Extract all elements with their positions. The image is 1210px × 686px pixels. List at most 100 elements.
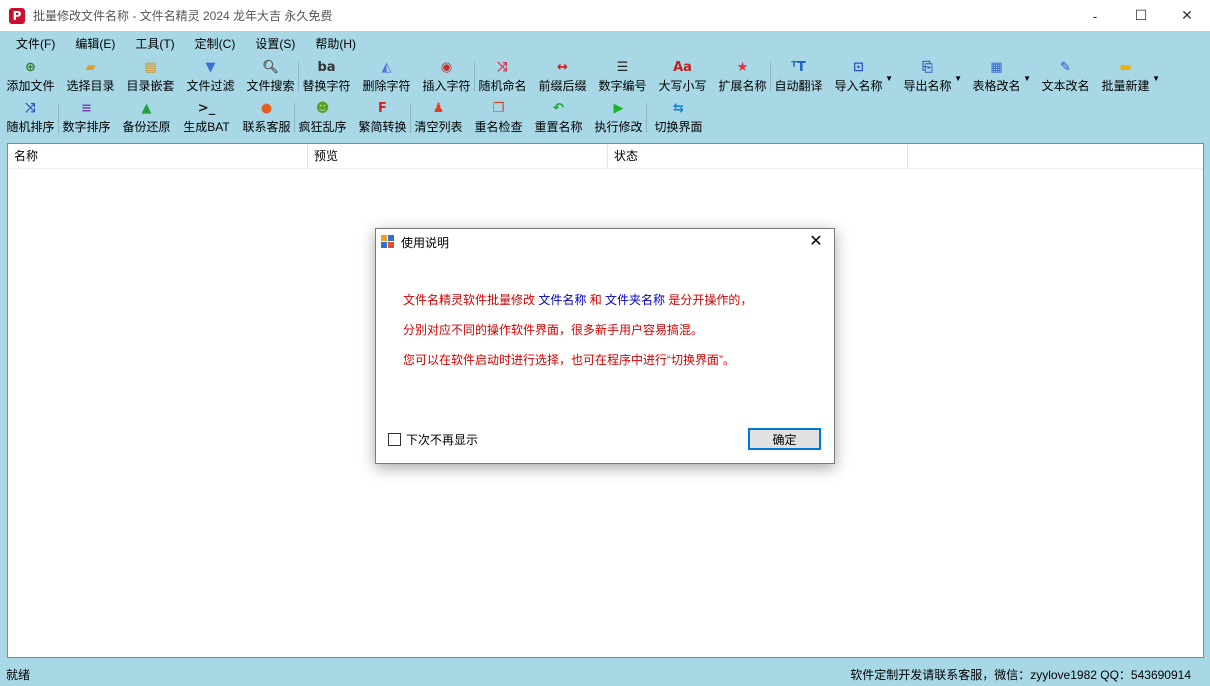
replace-text-label: 替换字符 <box>302 79 351 93</box>
filter-button[interactable]: ▼ 文件过滤 <box>186 58 235 98</box>
column-header-name[interactable]: 名称 <box>8 144 308 168</box>
replace-text-icon: ba <box>317 60 336 75</box>
nested-folder-icon: ▤ <box>144 60 157 75</box>
clear-list-button[interactable]: ♟ 清空列表 <box>414 99 463 139</box>
search-label: 文件搜索 <box>246 79 295 93</box>
list-header: 名称 预览 状态 <box>8 144 1203 169</box>
translate-button[interactable]: ᵀT 自动翻译 <box>774 58 823 98</box>
select-dir-label: 选择目录 <box>66 79 115 93</box>
add-file-button[interactable]: ⊕ 添加文件 <box>6 58 55 98</box>
generate-bat-button[interactable]: >_ 生成BAT <box>182 99 231 139</box>
menu-customize[interactable]: 定制(C) <box>188 31 243 57</box>
contact-support-button[interactable]: ● 联系客服 <box>242 99 291 139</box>
maximize-button[interactable]: ☐ <box>1118 0 1164 31</box>
toolbar-separator <box>298 62 299 92</box>
reset-names-button[interactable]: ↶ 重置名称 <box>534 99 583 139</box>
ok-button[interactable]: 确定 <box>748 428 821 450</box>
dropdown-arrow-icon[interactable]: ▼ <box>954 74 962 83</box>
column-header-status[interactable]: 状态 <box>608 144 908 168</box>
menu-help[interactable]: 帮助(H) <box>308 31 363 57</box>
dont-show-again-checkbox[interactable]: 下次不再显示 <box>388 431 478 448</box>
dialog-close-button[interactable]: ✕ <box>806 232 826 252</box>
case-button[interactable]: Aa 大写小写 <box>658 58 707 98</box>
search-button[interactable]: 🔍︎ 文件搜索 <box>246 58 295 98</box>
switch-interface-button[interactable]: ⇆ 切换界面 <box>654 99 703 139</box>
filter-icon: ▼ <box>205 60 216 75</box>
switch-icon: ⇆ <box>673 101 684 116</box>
shuffle-icon: ⤨ <box>497 60 508 75</box>
random-sort-button[interactable]: ⤨ 随机排序 <box>6 99 55 139</box>
close-button[interactable]: ✕ <box>1164 0 1210 31</box>
insert-text-icon: ◉ <box>440 60 453 75</box>
erase-text-icon: ◭ <box>381 60 392 75</box>
dropdown-arrow-icon[interactable]: ▼ <box>1023 74 1031 83</box>
prefix-suffix-icon: ↔ <box>557 60 568 75</box>
random-name-button[interactable]: ⤨ 随机命名 <box>478 58 527 98</box>
toolbar-separator <box>294 103 295 133</box>
delete-text-label: 删除字符 <box>362 79 411 93</box>
message-highlight: 文件名称 <box>538 293 587 307</box>
app-logo-icon: P <box>9 7 25 24</box>
crazy-shuffle-button[interactable]: ☻ 疯狂乱序 <box>298 99 347 139</box>
dialog-title: 使用说明 <box>401 235 450 250</box>
contact-support-label: 联系客服 <box>242 120 291 134</box>
translate-label: 自动翻译 <box>774 79 823 93</box>
toolbar-secondary: ⤨ 随机排序 ≡ 数字排序 ▲ 备份还原 >_ 生成BAT ● 联系客服 ☻ 疯狂乱序 F繁… <box>6 99 703 139</box>
backup-restore-button[interactable]: ▲ 备份还原 <box>122 99 171 139</box>
export-names-button[interactable]: ⎘ 导出名称 ▼ <box>903 58 962 98</box>
number-sort-button[interactable]: ≡ 数字排序 <box>62 99 111 139</box>
duplicate-check-button[interactable]: ❐ 重名检查 <box>474 99 523 139</box>
switch-interface-label: 切换界面 <box>654 120 703 134</box>
message-highlight: 文件夹名称 <box>605 293 666 307</box>
toolbar-separator <box>646 103 647 133</box>
import-names-button[interactable]: ⊡ 导入名称 ▼ <box>834 58 893 98</box>
batch-create-button[interactable]: ▬ 批量新建 ▼ <box>1101 58 1160 98</box>
title-bar: P 批量修改文件名称 - 文件名精灵 2024 龙年大吉 永久免费 - ☐ ✕ <box>0 0 1210 31</box>
dialog-message-line-1: 文件名精灵软件批量修改 文件名称 和 文件夹名称 是分开操作的， <box>403 291 752 308</box>
dropdown-arrow-icon[interactable]: ▼ <box>885 74 893 83</box>
backup-restore-label: 备份还原 <box>122 120 171 134</box>
extension-label: 扩展名称 <box>718 79 767 93</box>
duplicate-check-icon: ❐ <box>492 101 505 116</box>
open-folder-icon: ▰ <box>85 60 96 75</box>
sort-list-icon: ≡ <box>81 101 92 116</box>
trad-simp-convert-button[interactable]: F 繁简转换 <box>358 99 407 139</box>
clear-list-icon: ♟ <box>432 101 445 116</box>
window-controls: - ☐ ✕ <box>1072 0 1210 31</box>
execute-button[interactable]: ▶ 执行修改 <box>594 99 643 139</box>
menu-file[interactable]: 文件(F) <box>9 31 62 57</box>
random-sort-label: 随机排序 <box>6 120 55 134</box>
extension-button[interactable]: ★ 扩展名称 <box>718 58 767 98</box>
column-header-preview[interactable]: 预览 <box>308 144 608 168</box>
menu-bar: 文件(F) 编辑(E) 工具(T) 定制(C) 设置(S) 帮助(H) <box>0 31 1210 57</box>
search-icon: 🔍︎ <box>262 60 279 75</box>
checkbox-box[interactable] <box>388 433 401 446</box>
menu-settings[interactable]: 设置(S) <box>248 31 302 57</box>
message-text: 是分开操作的， <box>665 293 753 307</box>
toolbar-separator <box>58 103 59 133</box>
execute-label: 执行修改 <box>594 120 643 134</box>
reset-names-label: 重置名称 <box>534 120 583 134</box>
translate-icon: ᵀT <box>791 60 806 75</box>
select-dir-button[interactable]: ▰ 选择目录 <box>66 58 115 98</box>
dropdown-arrow-icon[interactable]: ▼ <box>1152 74 1160 83</box>
menu-tools[interactable]: 工具(T) <box>128 31 181 57</box>
delete-text-button[interactable]: ◭ 删除字符 <box>362 58 411 98</box>
case-icon: Aa <box>673 60 692 75</box>
minimize-button[interactable]: - <box>1072 0 1118 31</box>
random-name-label: 随机命名 <box>478 79 527 93</box>
nested-dir-label: 目录嵌套 <box>126 79 175 93</box>
table-rename-label: 表格改名 <box>972 79 1021 93</box>
message-text: 文件名精灵软件批量修改 <box>403 293 539 307</box>
insert-text-button[interactable]: ◉ 插入字符 <box>422 58 471 98</box>
number-button[interactable]: ☰ 数字编号 <box>598 58 647 98</box>
prefix-suffix-button[interactable]: ↔ 前缀后缀 <box>538 58 587 98</box>
checkbox-label: 下次不再显示 <box>406 433 479 447</box>
nested-dir-button[interactable]: ▤ 目录嵌套 <box>126 58 175 98</box>
replace-text-button[interactable]: ba 替换字符 <box>302 58 351 98</box>
undo-icon: ↶ <box>553 101 564 116</box>
text-rename-button[interactable]: ✎ 文本改名 <box>1041 58 1090 98</box>
menu-edit[interactable]: 编辑(E) <box>68 31 122 57</box>
table-rename-button[interactable]: ▦ 表格改名 ▼ <box>972 58 1031 98</box>
terminal-icon: >_ <box>197 101 216 116</box>
